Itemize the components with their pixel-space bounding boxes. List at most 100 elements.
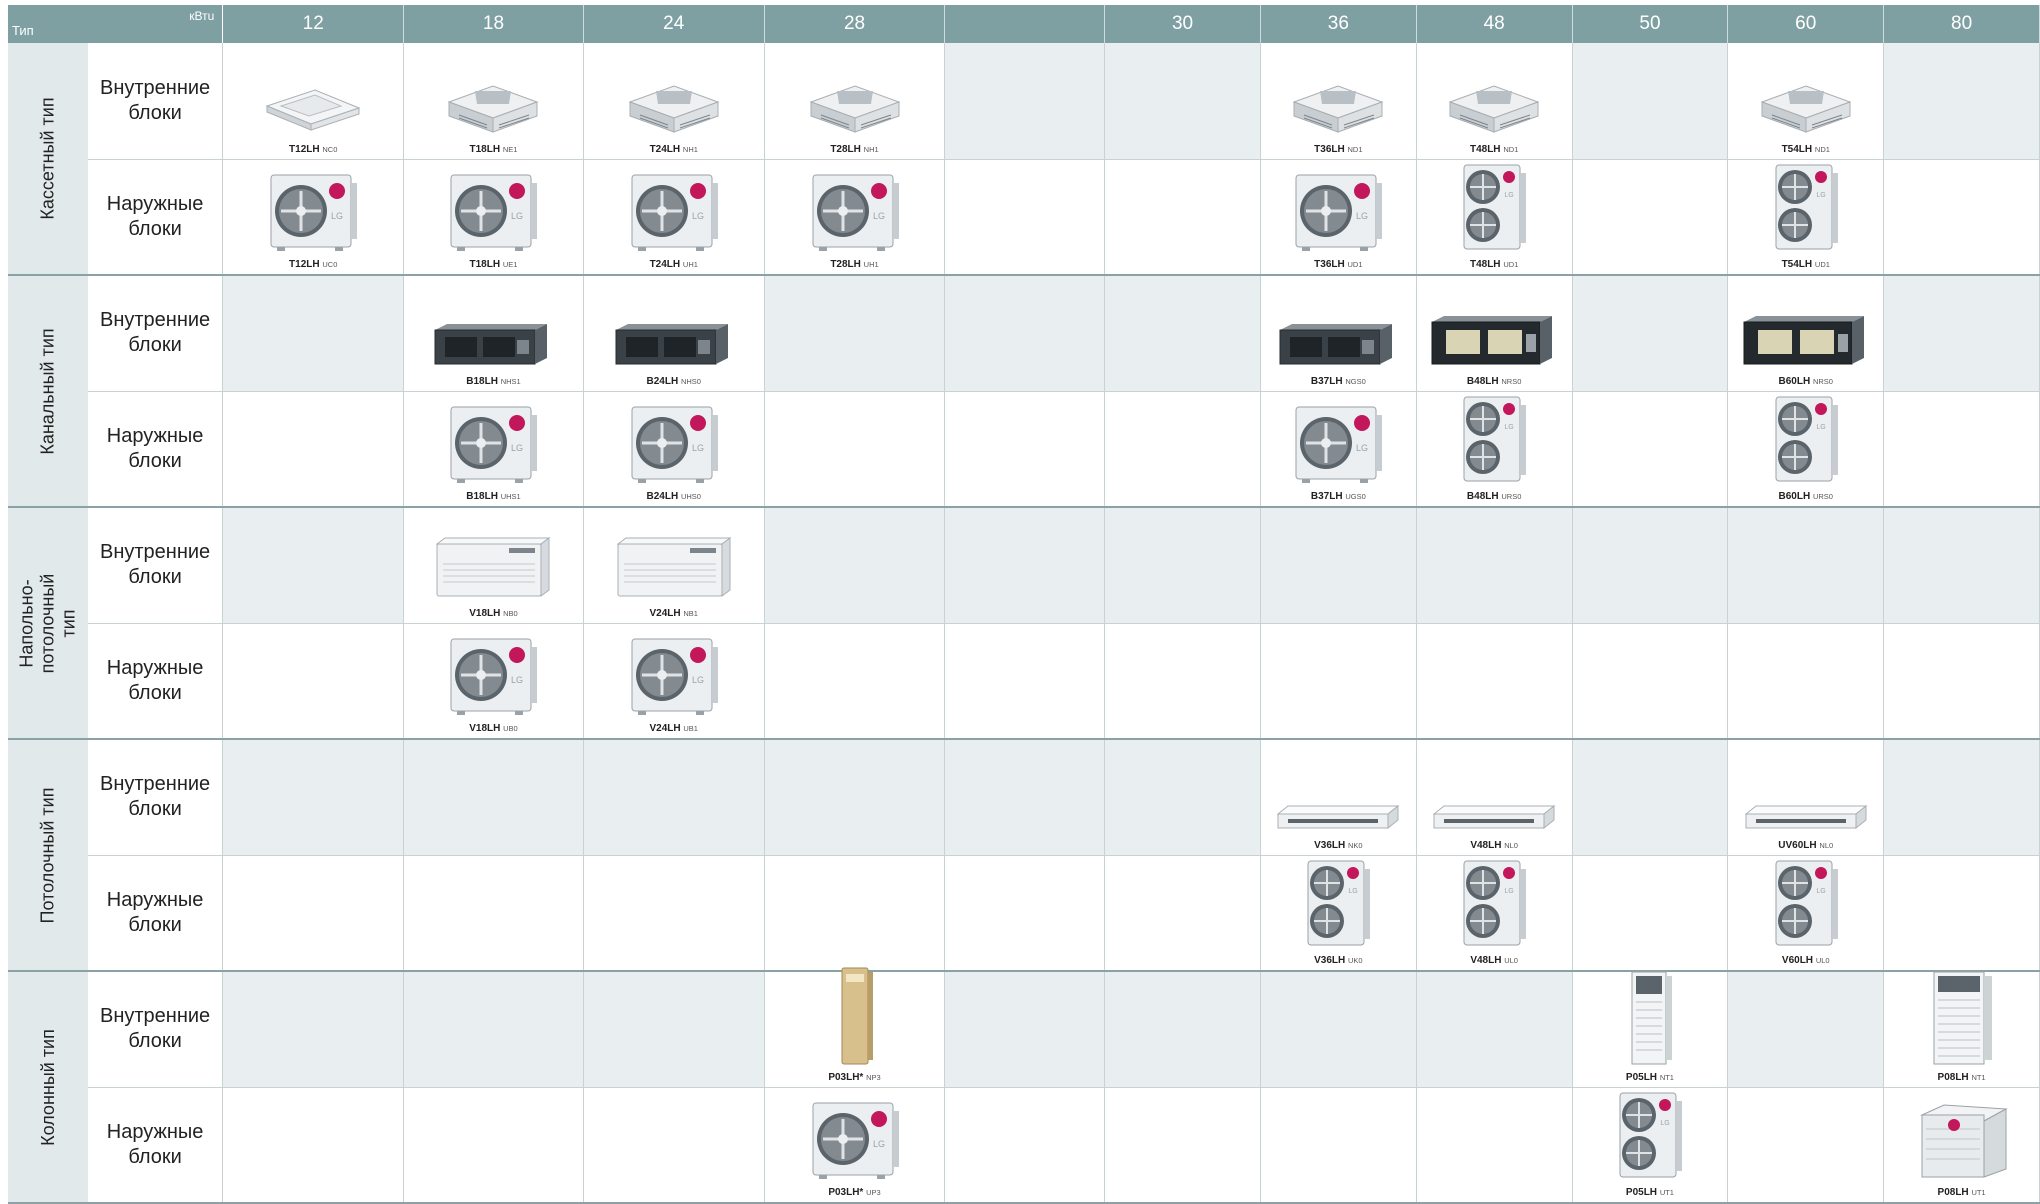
svg-text:LG: LG bbox=[1504, 192, 1513, 199]
capacity-cell bbox=[944, 1087, 1106, 1204]
model-suffix: NK0 bbox=[1348, 840, 1363, 850]
model-suffix: UB1 bbox=[683, 724, 698, 733]
model-suffix: NRS0 bbox=[1812, 376, 1833, 386]
capacity-cell: LG V36LH UK0 bbox=[1260, 855, 1417, 972]
outdoor-single-unit-image: LG bbox=[265, 169, 361, 259]
column-wide-unit-image bbox=[1926, 968, 1998, 1072]
outdoor-single-unit-image: LG bbox=[626, 169, 722, 259]
indoor-units-label: Внутренние блоки bbox=[87, 507, 224, 624]
model-label: B24LH UHS0 bbox=[647, 491, 701, 502]
capacity-cell: B18LH NHS1 bbox=[403, 275, 584, 392]
unit-type-cell: Потолочный тип bbox=[8, 739, 88, 972]
capacity-cell bbox=[1572, 391, 1729, 508]
capacity-cell bbox=[1572, 159, 1729, 276]
capacity-cell bbox=[764, 623, 946, 740]
capacity-cell bbox=[944, 391, 1106, 508]
model-label: UV60LH NL0 bbox=[1778, 840, 1833, 851]
capacity-cell bbox=[1883, 43, 2040, 160]
product-unit: LG P03LH* UP3 bbox=[765, 1088, 945, 1203]
capacity-cell: LG V18LH UB0 bbox=[403, 623, 584, 740]
model-code: T28LH bbox=[830, 143, 861, 155]
model-code: T24LH bbox=[649, 143, 681, 155]
svg-text:LG: LG bbox=[872, 1139, 884, 1149]
model-suffix: UE1 bbox=[502, 260, 518, 269]
outdoor-double-unit-image: LG bbox=[1614, 1091, 1686, 1187]
model-code: B37LH bbox=[1310, 491, 1343, 502]
capacity-cell bbox=[1883, 391, 2040, 508]
product-unit: LG V48LH UL0 bbox=[1417, 856, 1572, 971]
capacity-cell bbox=[944, 971, 1106, 1088]
capacity-cell bbox=[1572, 43, 1729, 160]
product-unit: V24LH NB1 bbox=[584, 508, 764, 623]
model-label: B37LH NGS0 bbox=[1311, 376, 1366, 387]
svg-text:LG: LG bbox=[1349, 888, 1358, 895]
product-unit: B24LH NHS0 bbox=[584, 276, 764, 391]
capacity-cell bbox=[1104, 739, 1261, 856]
model-suffix: UC0 bbox=[322, 260, 338, 269]
capacity-cell bbox=[222, 971, 405, 1088]
outdoor-single-unit-image: LG bbox=[626, 401, 722, 491]
ceiling-unit-image bbox=[1274, 800, 1402, 840]
product-unit: P03LH* NP3 bbox=[765, 967, 945, 1087]
outdoor-single-unit-image: LG bbox=[445, 401, 541, 491]
model-suffix: UH1 bbox=[682, 260, 698, 269]
capacity-cell bbox=[1727, 623, 1885, 740]
capacity-cell bbox=[944, 855, 1106, 972]
product-unit: P08LH UT1 bbox=[1884, 1088, 2039, 1203]
product-unit: LG V60LH UL0 bbox=[1728, 856, 1883, 971]
capacity-cell: T48LH ND1 bbox=[1416, 43, 1573, 160]
capacity-cell: P05LH NT1 bbox=[1572, 971, 1729, 1088]
model-label: B24LH NHS0 bbox=[647, 376, 701, 387]
indoor-units-row: Кассетный тип Внутренние блоки T12LH NC0 T1… bbox=[8, 43, 2040, 276]
model-code: T12LH bbox=[289, 259, 320, 270]
svg-text:LG: LG bbox=[1816, 192, 1825, 199]
model-code: V24LH bbox=[649, 607, 681, 619]
duct-unit-image bbox=[431, 320, 555, 376]
model-label: T12LH UC0 bbox=[289, 259, 337, 270]
product-unit: T28LH NH1 bbox=[765, 43, 945, 159]
model-label: B18LH UHS1 bbox=[466, 491, 520, 502]
model-code: V18LH bbox=[469, 607, 501, 619]
outdoor-units-label: Наружные блоки bbox=[87, 1087, 224, 1204]
model-suffix: NL0 bbox=[1819, 840, 1834, 850]
capacity-cell bbox=[1104, 391, 1261, 508]
capacity-cell bbox=[944, 623, 1106, 740]
model-suffix: UL0 bbox=[1815, 956, 1830, 965]
floor-ceiling-unit-image bbox=[431, 534, 555, 608]
model-suffix: ND1 bbox=[1347, 144, 1363, 154]
capacity-cell bbox=[1572, 855, 1729, 972]
capacity-cell bbox=[1883, 623, 2040, 740]
product-unit: V18LH NB0 bbox=[404, 508, 583, 623]
svg-text:LG: LG bbox=[511, 443, 523, 453]
capacity-cell: P08LH UT1 bbox=[1883, 1087, 2040, 1204]
model-code: P08LH bbox=[1937, 1187, 1969, 1198]
model-suffix: NHS1 bbox=[500, 376, 521, 386]
outdoor-single-unit-image: LG bbox=[807, 1097, 903, 1187]
capacity-cell bbox=[1416, 1087, 1573, 1204]
ceiling-unit-image bbox=[1742, 800, 1870, 840]
column-gold-unit-image bbox=[830, 964, 880, 1072]
capacity-cell bbox=[403, 1087, 584, 1204]
capacity-cell: LG V48LH UL0 bbox=[1416, 855, 1573, 972]
model-suffix: NT1 bbox=[1659, 1072, 1674, 1082]
model-label: T36LH ND1 bbox=[1314, 144, 1362, 155]
model-code: P05LH bbox=[1625, 1071, 1658, 1083]
capacity-cell bbox=[764, 391, 946, 508]
model-code: B48LH bbox=[1466, 491, 1499, 502]
capacity-header: 12 bbox=[222, 5, 405, 43]
capacity-cell bbox=[1883, 159, 2040, 276]
model-code: B18LH bbox=[466, 375, 498, 387]
outdoor-double-unit-image: LG bbox=[1770, 163, 1842, 259]
product-unit: LG B37LH UGS0 bbox=[1261, 392, 1416, 507]
outdoor-single-unit-image: LG bbox=[1290, 169, 1386, 259]
svg-text:LG: LG bbox=[1816, 424, 1825, 431]
model-suffix: URS0 bbox=[1501, 492, 1522, 501]
model-suffix: NRS0 bbox=[1501, 376, 1522, 386]
capacity-cell: LG P05LH UT1 bbox=[1572, 1087, 1729, 1204]
capacity-cell: LG T54LH UD1 bbox=[1727, 159, 1885, 276]
model-suffix: UB0 bbox=[503, 724, 518, 733]
model-code: UV60LH bbox=[1778, 839, 1817, 851]
product-unit: LG T24LH UH1 bbox=[584, 160, 764, 275]
capacity-cell bbox=[1572, 275, 1729, 392]
capacity-cell bbox=[1104, 855, 1261, 972]
